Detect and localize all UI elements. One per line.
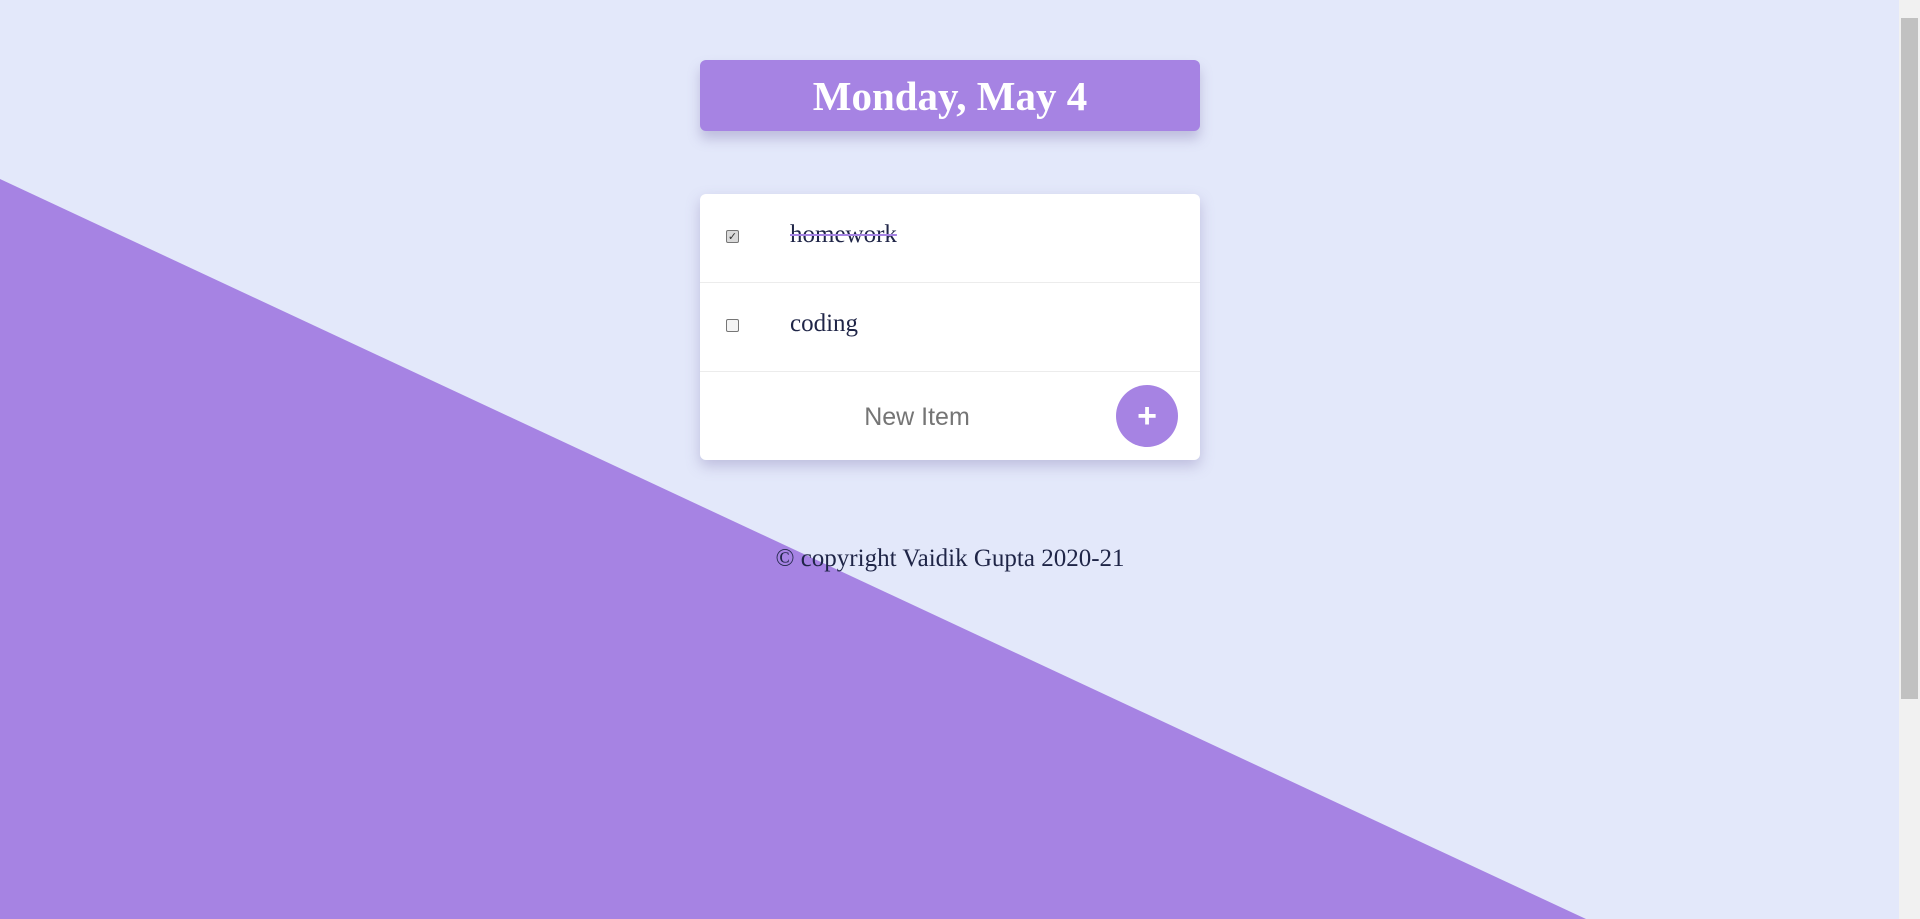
item-checkbox[interactable]: [726, 319, 739, 332]
new-item-input[interactable]: [700, 372, 1134, 462]
copyright-footer: © copyright Vaidik Gupta 2020-21: [775, 545, 1125, 572]
add-item-button[interactable]: +: [1116, 385, 1178, 447]
page-title: Monday, May 4: [812, 72, 1088, 119]
list-item: ✓ homework: [700, 194, 1200, 283]
item-checkbox[interactable]: ✓: [726, 230, 739, 243]
list-item: coding: [700, 283, 1200, 372]
todo-list: ✓ homework coding +: [700, 194, 1200, 462]
new-item-form: +: [700, 372, 1200, 462]
scrollbar-thumb[interactable]: [1901, 18, 1918, 699]
item-label: coding: [790, 310, 859, 337]
item-label: homework: [790, 221, 897, 248]
date-heading-box: Monday, May 4: [700, 60, 1200, 131]
vertical-scrollbar[interactable]: [1899, 0, 1920, 919]
